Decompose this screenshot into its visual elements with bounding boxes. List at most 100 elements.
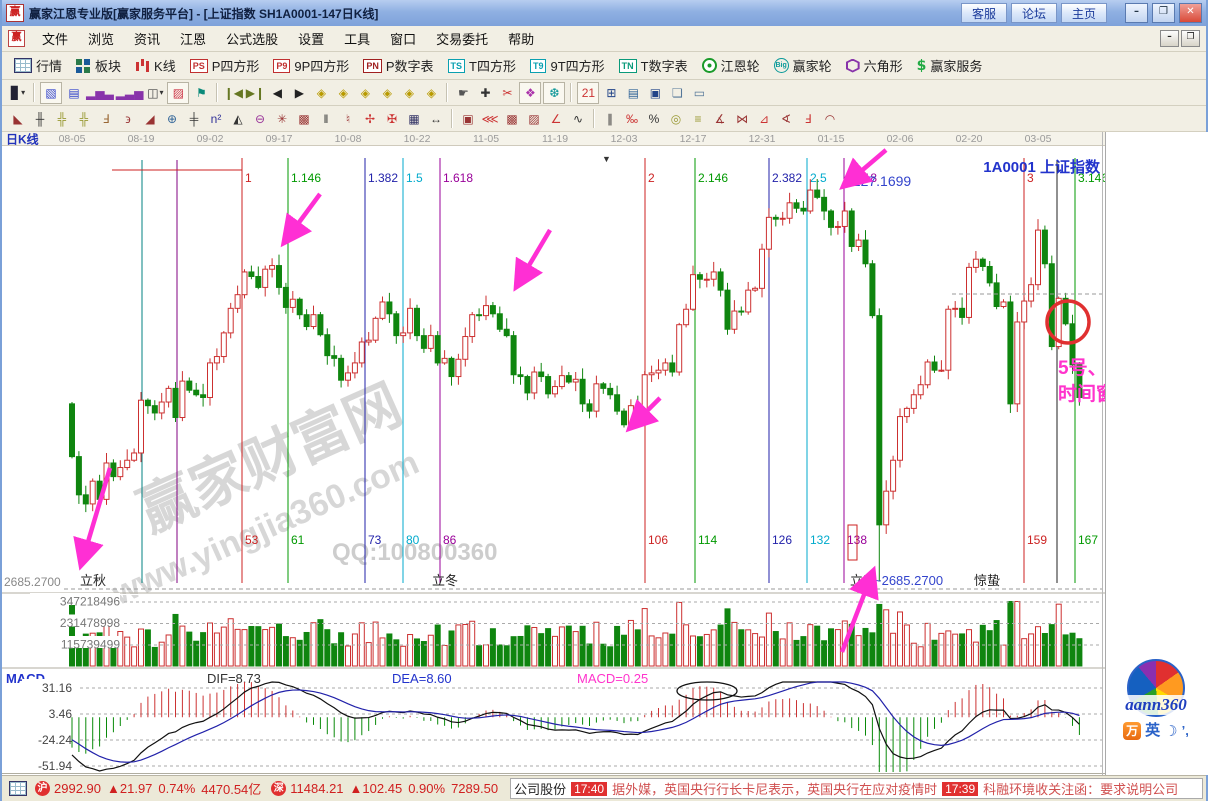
diamond-expand-v-icon[interactable]: ◈ [399, 83, 419, 103]
calendar-icon[interactable]: 21 [577, 82, 599, 104]
next-bar-icon[interactable]: ▶ [289, 83, 309, 103]
snapshot-icon[interactable]: ❏ [667, 83, 687, 103]
spiral-tool-icon[interactable]: ϶ [118, 109, 138, 129]
close-button[interactable]: ✕ [1179, 3, 1202, 23]
wave-line-tool-icon[interactable]: ∿ [568, 109, 588, 129]
home-button[interactable]: 主页 [1061, 3, 1107, 23]
fib-tool-icon[interactable]: Ⅎ [96, 109, 116, 129]
minichart-9-icon[interactable]: ▂▃▅ [116, 83, 144, 103]
gann-panel-icon[interactable]: ❖ [519, 82, 541, 104]
toolbar-P数字表[interactable]: PNP数字表 [356, 56, 440, 75]
first-bar-icon[interactable]: ❙◀ [223, 83, 243, 103]
brush-tool-icon[interactable]: ◢ [140, 109, 160, 129]
diamond-right-icon[interactable]: ◈ [333, 83, 353, 103]
ying-tool-icon[interactable]: ✠ [382, 109, 402, 129]
diamond-shrink-h-icon[interactable]: ◈ [377, 83, 397, 103]
diamond-left-icon[interactable]: ◈ [311, 83, 331, 103]
star-web-tool-icon[interactable]: ✳ [272, 109, 292, 129]
square-diag-tool-icon[interactable]: ▨ [524, 109, 544, 129]
toolbar-T数字表[interactable]: TNT数字表 [612, 56, 695, 75]
diamond-shrink-v-icon[interactable]: ◈ [421, 83, 441, 103]
menu-资讯[interactable]: 资讯 [125, 27, 169, 50]
gann-box-tool-icon[interactable]: ╬ [52, 109, 72, 129]
toolbar-赢家服务[interactable]: $赢家服务 [910, 56, 990, 75]
gann-box2-tool-icon[interactable]: ╬ [74, 109, 94, 129]
news-ticker[interactable]: 公司股份 17:40 据外媒，英国央行行长卡尼表示，英国央行在应对疫情时 17:… [510, 778, 1203, 799]
speed-line-tool-icon[interactable]: ∢ [776, 109, 796, 129]
box-annotate-tool-icon[interactable]: ▣ [458, 109, 478, 129]
toolbar-板块[interactable]: 板块 [69, 56, 128, 75]
triangle-tool-icon[interactable]: ⊿ [754, 109, 774, 129]
f-line-tool-icon[interactable]: Ⅎ [798, 109, 818, 129]
kline-chart[interactable]: 08-0508-1909-0209-1710-0810-2211-0511-19… [2, 132, 1105, 775]
printer-icon[interactable]: ▭ [689, 83, 709, 103]
permille-tool-icon[interactable]: ‰ [622, 109, 642, 129]
info-panel-icon[interactable]: ▤ [64, 83, 84, 103]
gann-grid-tool-icon[interactable]: ╫ [30, 109, 50, 129]
menu-工具[interactable]: 工具 [335, 27, 379, 50]
natural-square-tool-icon[interactable]: ♮ [338, 109, 358, 129]
gold-levels-tool-icon[interactable]: ≡ [688, 109, 708, 129]
parallel-tool-icon[interactable]: ‖ [316, 109, 336, 129]
kline-period-icon[interactable]: ▊▾ [8, 83, 28, 103]
diamond-expand-h-icon[interactable]: ◈ [355, 83, 375, 103]
grid-123-tool-icon[interactable]: ▦ [404, 109, 424, 129]
delete-line-tool-icon[interactable]: ✂ [497, 83, 517, 103]
circle-cross-tool-icon[interactable]: ⊕ [162, 109, 182, 129]
toolbar-K线[interactable]: K线 [128, 56, 183, 75]
mdi-control-1[interactable]: ❐ [1181, 30, 1200, 47]
percent-tool-icon[interactable]: % [644, 109, 664, 129]
menu-浏览[interactable]: 浏览 [79, 27, 123, 50]
forum-button[interactable]: 论坛 [1011, 3, 1057, 23]
cross-wave-tool-icon[interactable]: ⋈ [732, 109, 752, 129]
angle-marker-tool-icon[interactable]: ◭ [228, 109, 248, 129]
arc-tool-icon[interactable]: ◠ [820, 109, 840, 129]
toolbar-9T四方形[interactable]: T99T四方形 [523, 56, 612, 75]
menu-设置[interactable]: 设置 [289, 27, 333, 50]
menu-帮助[interactable]: 帮助 [499, 27, 543, 50]
n-square-tool-icon[interactable]: n² [206, 109, 226, 129]
save-disk-icon[interactable]: ▣ [645, 83, 665, 103]
toolbar-行情[interactable]: 行情 [7, 56, 69, 75]
menu-文件[interactable]: 文件 [33, 27, 77, 50]
pencil-tool-icon[interactable]: ◣ [8, 109, 28, 129]
toolbar-六角形[interactable]: 六角形 [839, 56, 910, 75]
ruler-tool-icon[interactable]: ∥ [600, 109, 620, 129]
grid-h-tool-icon[interactable]: ╪ [184, 109, 204, 129]
minimize-button[interactable]: – [1125, 3, 1148, 23]
menu-江恩[interactable]: 江恩 [171, 27, 215, 50]
candle-style-icon[interactable]: ◫▾ [145, 83, 165, 103]
toolbar-9P四方形[interactable]: P99P四方形 [266, 56, 356, 75]
toolbar-赢家轮[interactable]: Big赢家轮 [767, 56, 839, 75]
service-button[interactable]: 客服 [961, 3, 1007, 23]
hand-tool-icon[interactable]: ☛ [453, 83, 473, 103]
minichart-3-icon[interactable]: ▂▅▃ [86, 83, 114, 103]
prev-bar-icon[interactable]: ◀ [267, 83, 287, 103]
menu-交易委托[interactable]: 交易委托 [427, 27, 497, 50]
mdi-control-0[interactable]: – [1160, 30, 1179, 47]
fan-lines-tool-icon[interactable]: ⋘ [480, 109, 500, 129]
angle-measure-tool-icon[interactable]: ∡ [710, 109, 730, 129]
menu-窗口[interactable]: 窗口 [381, 27, 425, 50]
shen-tool-icon[interactable]: ✢ [360, 109, 380, 129]
gann-circle-tool-icon[interactable]: ⊖ [250, 109, 270, 129]
maximize-button[interactable]: ❐ [1152, 3, 1175, 23]
calculator-icon[interactable]: ⊞ [601, 83, 621, 103]
toolbar-江恩轮[interactable]: 江恩轮 [695, 56, 767, 75]
wave-panel-icon[interactable]: ❆ [543, 82, 565, 104]
zoom-window-icon[interactable]: ▧ [40, 82, 62, 104]
time-span-tool-icon[interactable]: ↔ [426, 109, 446, 129]
last-bar-icon[interactable]: ▶❙ [245, 83, 265, 103]
toolbar-P四方形[interactable]: PSP四方形 [183, 56, 267, 75]
gold-circle-tool-icon[interactable]: ◎ [666, 109, 686, 129]
web-tool-icon[interactable]: ▩ [294, 109, 314, 129]
memo-icon[interactable]: ▤ [623, 83, 643, 103]
quote-grid-icon[interactable] [9, 781, 27, 796]
flag-chart-icon[interactable]: ⚑ [191, 83, 211, 103]
square-fan-tool-icon[interactable]: ▩ [502, 109, 522, 129]
toolbar-T四方形[interactable]: TST四方形 [441, 56, 523, 75]
pattern-window-icon[interactable]: ▨ [167, 82, 189, 104]
angle-line-tool-icon[interactable]: ∠ [546, 109, 566, 129]
menu-公式选股[interactable]: 公式选股 [217, 27, 287, 50]
crosshair-tool-icon[interactable]: ✚ [475, 83, 495, 103]
